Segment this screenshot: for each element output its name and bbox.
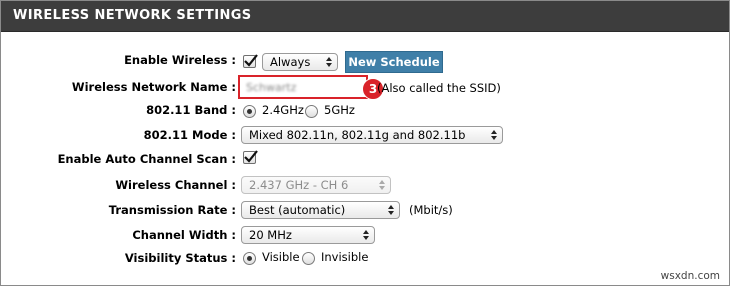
rate-select-value: Best (automatic): [249, 203, 346, 217]
band-5ghz-radio[interactable]: [305, 105, 318, 118]
network-name-label: Wireless Network Name :: [71, 80, 236, 94]
mode-select-value: Mixed 802.11n, 802.11g and 802.11b: [249, 128, 466, 142]
schedule-select[interactable]: Always: [262, 53, 338, 71]
channel-select[interactable]: 2.437 GHz - CH 6: [241, 176, 391, 194]
auto-channel-checkbox[interactable]: [243, 150, 258, 164]
enable-wireless-label: Enable Wireless :: [124, 53, 236, 67]
visible-label: Visible: [262, 250, 300, 264]
rate-unit: (Mbit/s): [409, 203, 453, 217]
updown-arrow-icon: [326, 57, 332, 67]
updown-arrow-icon: [388, 205, 394, 215]
invisible-radio[interactable]: [302, 252, 315, 265]
checkmark-icon: [244, 150, 258, 163]
section-title: WIRELESS NETWORK SETTINGS: [13, 8, 252, 23]
width-select[interactable]: 20 MHz: [241, 226, 375, 244]
updown-arrow-icon: [379, 180, 385, 190]
band-5ghz-label: 5GHz: [324, 103, 355, 117]
band-2-4ghz-label: 2.4GHz: [262, 103, 304, 117]
ssid-input[interactable]: Schwartz: [238, 75, 368, 99]
visibility-label: Visibility Status :: [124, 251, 236, 265]
updown-arrow-icon: [363, 230, 369, 240]
band-label: 802.11 Band :: [146, 103, 236, 117]
auto-channel-label: Enable Auto Channel Scan :: [57, 152, 236, 166]
band-2-4ghz-radio[interactable]: [243, 105, 256, 118]
rate-label: Transmission Rate :: [108, 203, 236, 217]
channel-select-value: 2.437 GHz - CH 6: [249, 178, 349, 192]
invisible-label: Invisible: [321, 250, 369, 264]
rate-select[interactable]: Best (automatic): [241, 201, 400, 219]
watermark: wsxdn.com: [660, 270, 720, 282]
ssid-input-value: Schwartz: [246, 81, 297, 94]
updown-arrow-icon: [491, 130, 497, 140]
new-schedule-button[interactable]: New Schedule: [345, 51, 443, 73]
width-select-value: 20 MHz: [249, 228, 292, 242]
mode-select[interactable]: Mixed 802.11n, 802.11g and 802.11b: [241, 126, 503, 144]
visible-radio[interactable]: [243, 252, 256, 265]
channel-label: Wireless Channel :: [115, 178, 236, 192]
ssid-hint: (Also called the SSID): [377, 81, 501, 95]
checkmark-icon: [244, 54, 258, 67]
section-header: WIRELESS NETWORK SETTINGS: [1, 1, 729, 32]
enable-wireless-checkbox[interactable]: [243, 54, 258, 68]
schedule-select-value: Always: [270, 55, 311, 69]
width-label: Channel Width :: [132, 228, 236, 242]
mode-label: 802.11 Mode :: [143, 128, 236, 142]
